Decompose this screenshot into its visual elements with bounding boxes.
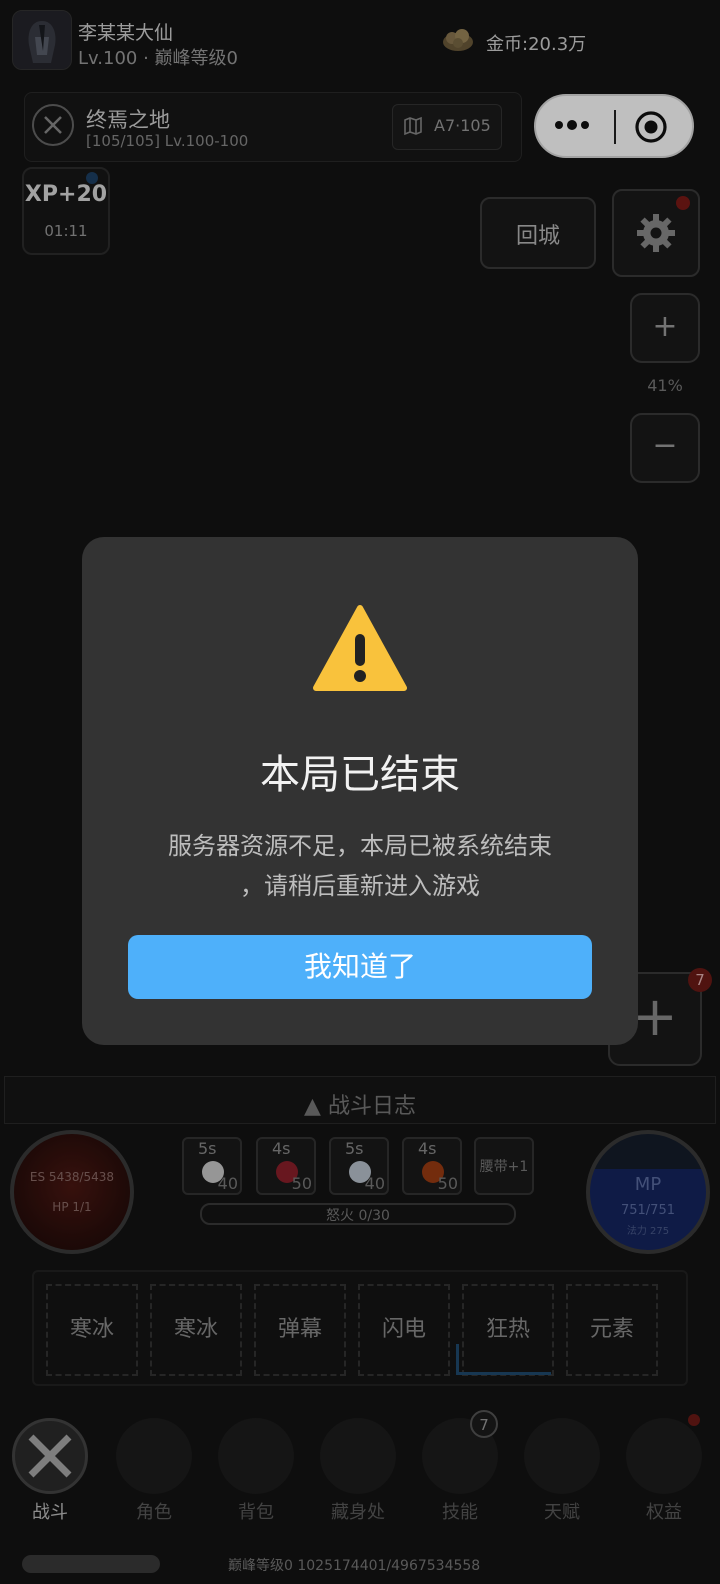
dialog-message-line1: 服务器资源不足，本局已被系统结束 bbox=[168, 832, 552, 860]
warning-icon bbox=[313, 605, 407, 691]
dialog-title: 本局已结束 bbox=[260, 752, 460, 798]
dialog-message-line2: ，请稍后重新进入游戏 bbox=[240, 872, 480, 900]
acknowledge-button[interactable]: 我知道了 bbox=[128, 935, 592, 999]
